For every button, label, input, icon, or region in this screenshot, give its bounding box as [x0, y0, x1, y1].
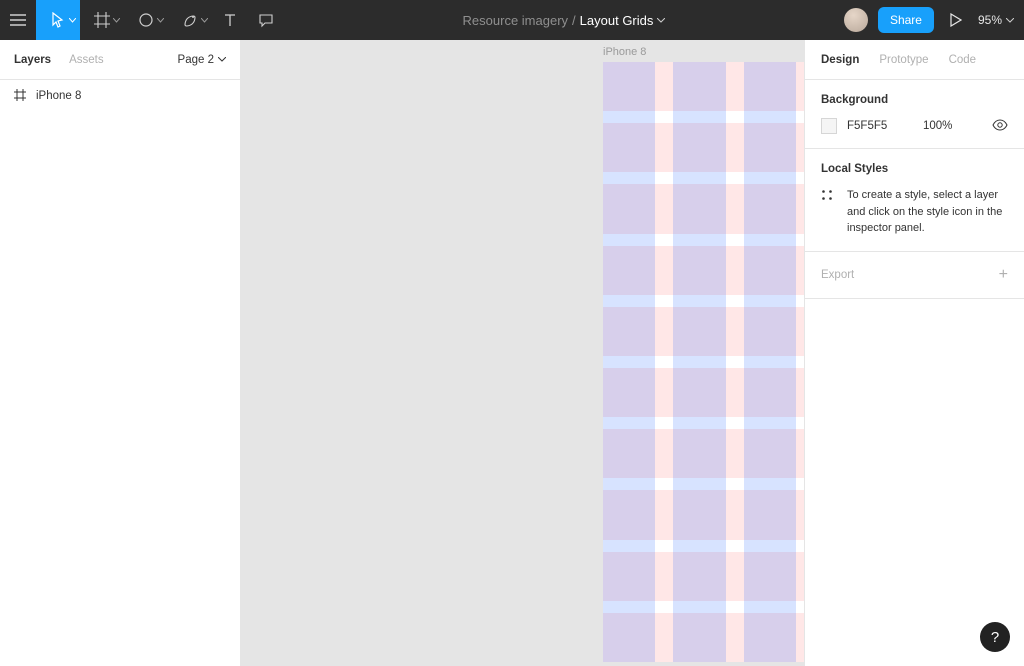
column-grid-overlay — [603, 62, 804, 662]
zoom-value: 95% — [978, 13, 1002, 27]
file-name: Layout Grids — [580, 13, 654, 28]
background-hex[interactable]: F5F5F5 — [847, 120, 899, 132]
frame-iphone8[interactable] — [603, 62, 804, 662]
zoom-level[interactable]: 95% — [978, 13, 1014, 27]
breadcrumb[interactable]: Resource imagery / Layout Grids — [284, 13, 844, 28]
tab-code[interactable]: Code — [949, 54, 977, 66]
local-styles-title: Local Styles — [821, 163, 1008, 175]
right-panel-header: Design Prototype Code — [805, 40, 1024, 80]
move-tool[interactable] — [36, 0, 80, 40]
hamburger-menu-icon[interactable] — [0, 0, 36, 40]
pen-tool[interactable] — [168, 0, 212, 40]
background-panel: Background F5F5F5 100% — [805, 80, 1024, 149]
layer-label: iPhone 8 — [36, 90, 81, 102]
chevron-down-icon — [218, 57, 226, 62]
share-button[interactable]: Share — [878, 7, 934, 33]
left-panel-header: Layers Assets Page 2 — [0, 40, 240, 80]
comment-tool[interactable] — [248, 0, 284, 40]
background-opacity[interactable]: 100% — [923, 120, 952, 132]
project-name: Resource imagery — [463, 13, 569, 28]
left-panel: Layers Assets Page 2 iPhone 8 — [0, 40, 241, 666]
visibility-toggle-icon[interactable] — [992, 119, 1008, 134]
layer-row[interactable]: iPhone 8 — [0, 80, 240, 112]
page-selector[interactable]: Page 2 — [178, 54, 226, 66]
help-button[interactable]: ? — [980, 622, 1010, 652]
styles-icon — [821, 189, 835, 237]
toolbar: Resource imagery / Layout Grids Share 95… — [0, 0, 1024, 40]
shape-tool[interactable] — [124, 0, 168, 40]
canvas[interactable]: iPhone 8 — [241, 40, 804, 666]
background-swatch[interactable] — [821, 118, 837, 134]
chevron-down-icon — [657, 18, 665, 23]
local-styles-panel: Local Styles To create a style, select a… — [805, 149, 1024, 252]
local-styles-hint: To create a style, select a layer and cl… — [847, 187, 1008, 237]
chevron-down-icon — [1006, 18, 1014, 23]
plus-icon[interactable]: + — [999, 266, 1008, 284]
text-tool[interactable] — [212, 0, 248, 40]
right-panel: Design Prototype Code Background F5F5F5 … — [804, 40, 1024, 666]
tab-design[interactable]: Design — [821, 54, 859, 66]
present-icon[interactable] — [944, 0, 968, 40]
frame-title[interactable]: iPhone 8 — [603, 46, 646, 58]
avatar[interactable] — [844, 8, 868, 32]
frame-tool[interactable] — [80, 0, 124, 40]
tab-assets[interactable]: Assets — [69, 54, 104, 66]
tab-layers[interactable]: Layers — [14, 54, 51, 66]
breadcrumb-separator: / — [572, 13, 576, 28]
tab-prototype[interactable]: Prototype — [879, 54, 928, 66]
page-name: Page 2 — [178, 54, 214, 66]
frame-icon — [14, 89, 26, 104]
export-title: Export — [821, 269, 854, 281]
background-title: Background — [821, 94, 1008, 106]
export-panel[interactable]: Export + — [805, 252, 1024, 299]
